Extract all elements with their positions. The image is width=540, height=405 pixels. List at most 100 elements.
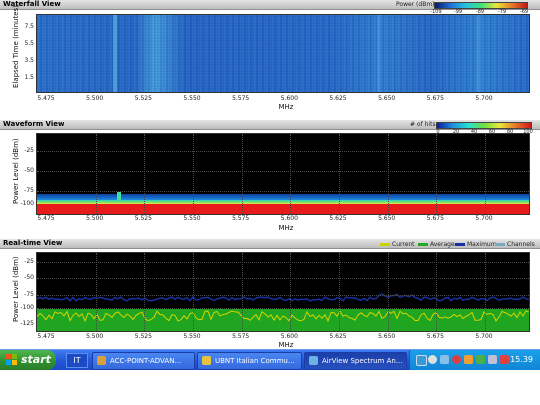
realtime-x-axis-title: MHz <box>278 341 294 349</box>
windows-logo-icon <box>6 354 17 365</box>
gridline-vertical <box>242 134 243 214</box>
realtime-x-tick: 5.675 <box>426 333 444 340</box>
start-label: start <box>21 353 51 366</box>
gridline <box>37 295 529 296</box>
realtime-x-tick: 5.550 <box>183 333 201 340</box>
legend-item-average[interactable]: Average <box>418 241 455 248</box>
waterfall-x-tick: 5.575 <box>232 95 250 102</box>
average-trace-area <box>37 309 529 331</box>
legend-swatch <box>418 243 428 246</box>
clock[interactable]: 15.39 <box>510 350 533 370</box>
waterfall-x-axis-title: MHz <box>278 103 294 111</box>
hits-gradient-scale <box>436 122 532 129</box>
gridline-vertical <box>436 134 437 214</box>
waterfall-y-tick: 1.5 <box>24 74 34 81</box>
taskbar-button[interactable]: UBNT Italian Commu... <box>197 352 302 370</box>
legend-swatch <box>455 243 465 246</box>
legend-label: Average <box>430 241 455 248</box>
realtime-y-tick: -25 <box>24 258 34 265</box>
power-legend-label: Power (dBm): <box>396 1 437 8</box>
waveform-title: Waveform View <box>3 120 65 128</box>
legend-swatch <box>380 243 390 246</box>
realtime-plot[interactable] <box>36 252 530 332</box>
taskbar-button-label: ACC-POINT-ADVAN... <box>110 357 182 365</box>
search-tray-icon[interactable] <box>428 355 437 364</box>
waterfall-x-tick: 5.525 <box>134 95 152 102</box>
gridline-vertical <box>290 134 291 214</box>
gridline-vertical <box>144 253 145 331</box>
airview-icon <box>309 356 318 365</box>
realtime-x-tick: 5.500 <box>86 333 104 340</box>
display-icon[interactable] <box>488 355 497 364</box>
waterfall-x-tick: 5.700 <box>475 95 493 102</box>
update-icon[interactable] <box>464 355 473 364</box>
waveform-y-tick: -100 <box>20 200 34 207</box>
hits-legend-label: # of hits: <box>410 121 438 128</box>
legend-item-maximum[interactable]: Maximum <box>455 241 497 248</box>
gridline <box>37 308 529 309</box>
start-button[interactable]: start <box>0 350 56 370</box>
realtime-y-tick: -125 <box>20 320 34 327</box>
legend-item-channels[interactable]: Channels <box>495 241 535 248</box>
realtime-title: Real-time View <box>3 239 63 247</box>
waterfall-x-tick: 5.625 <box>329 95 347 102</box>
language-indicator[interactable]: IT <box>66 353 88 368</box>
gridline-vertical <box>485 134 486 214</box>
realtime-x-tick: 5.650 <box>378 333 396 340</box>
blank-area <box>0 370 540 405</box>
alert-icon[interactable] <box>500 355 509 364</box>
security-icon[interactable] <box>476 355 485 364</box>
gridline-vertical <box>388 253 389 331</box>
waveform-x-tick: 5.475 <box>37 215 55 222</box>
realtime-x-tick: 5.700 <box>475 333 493 340</box>
legend-label: Maximum <box>467 241 497 248</box>
waterfall-bright-stripe <box>113 15 117 92</box>
waveform-x-tick: 5.625 <box>329 215 347 222</box>
waterfall-heatmap <box>37 15 529 92</box>
waveform-x-axis-title: MHz <box>278 224 294 232</box>
gridline <box>37 262 529 263</box>
realtime-x-tick: 5.600 <box>280 333 298 340</box>
waterfall-stripe <box>377 15 380 92</box>
volume-icon[interactable] <box>440 355 449 364</box>
realtime-y-axis-title: Power Level (dBm) <box>12 256 20 322</box>
system-tray: 15.39 <box>409 350 540 370</box>
antivirus-icon[interactable] <box>452 355 461 364</box>
realtime-x-tick: 5.475 <box>37 333 55 340</box>
waterfall-x-tick: 5.600 <box>280 95 298 102</box>
realtime-x-tick: 5.575 <box>232 333 250 340</box>
waveform-spike <box>117 192 121 200</box>
waterfall-plot[interactable] <box>36 14 530 93</box>
realtime-x-tick: 5.525 <box>134 333 152 340</box>
waterfall-x-tick: 5.500 <box>86 95 104 102</box>
gridline-vertical <box>339 253 340 331</box>
waveform-x-tick: 5.550 <box>183 215 201 222</box>
taskbar-button[interactable]: ACC-POINT-ADVAN... <box>92 352 195 370</box>
waterfall-x-tick: 5.650 <box>378 95 396 102</box>
gridline-vertical <box>96 134 97 214</box>
gridline-vertical <box>388 134 389 214</box>
realtime-y-tick: -100 <box>20 304 34 311</box>
waterfall-x-tick: 5.475 <box>37 95 55 102</box>
waveform-plot[interactable] <box>36 133 530 215</box>
network-icon[interactable] <box>416 355 427 366</box>
waveform-y-tick: -25 <box>24 147 34 154</box>
taskbar-button-label: AirView Spectrum An... <box>322 357 403 365</box>
waveform-x-tick: 5.525 <box>134 215 152 222</box>
waveform-y-tick: -75 <box>24 187 34 194</box>
legend-item-current[interactable]: Current <box>380 241 415 248</box>
waveform-x-tick: 5.600 <box>280 215 298 222</box>
gridline-vertical <box>290 253 291 331</box>
waveform-x-tick: 5.500 <box>86 215 104 222</box>
legend-label: Current <box>392 241 415 248</box>
waveform-red-band <box>37 204 529 214</box>
taskbar-button[interactable]: AirView Spectrum An... <box>304 352 407 370</box>
waterfall-x-tick: 5.675 <box>426 95 444 102</box>
waterfall-y-tick: 7.5 <box>24 23 34 30</box>
realtime-y-tick: -75 <box>24 291 34 298</box>
app-icon <box>97 356 106 365</box>
gridline <box>37 171 529 172</box>
waveform-x-tick: 5.675 <box>426 215 444 222</box>
gridline-vertical <box>242 253 243 331</box>
gridline <box>37 278 529 279</box>
